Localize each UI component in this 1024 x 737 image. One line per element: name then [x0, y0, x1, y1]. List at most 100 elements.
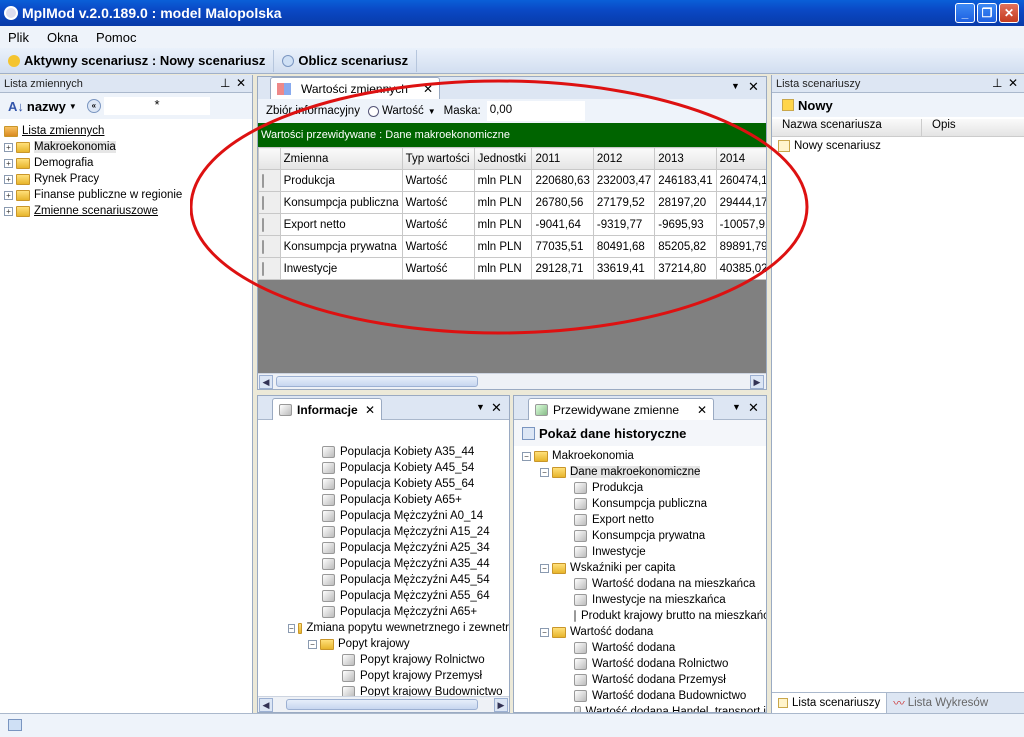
- row-header[interactable]: [258, 169, 281, 192]
- list-item[interactable]: Konsumpcja prywatna: [514, 528, 766, 544]
- table-cell[interactable]: mln PLN: [473, 257, 533, 280]
- table-cell[interactable]: 33619,41: [592, 257, 656, 280]
- scroll-left-arrow[interactable]: ◀: [259, 698, 273, 712]
- list-item[interactable]: Wartość dodana Przemysł: [514, 672, 766, 688]
- compute-scenario-button[interactable]: Oblicz scenariusz: [274, 49, 418, 72]
- scroll-left-arrow[interactable]: ◀: [259, 375, 273, 389]
- table-cell[interactable]: Inwestycje: [279, 257, 403, 280]
- table-cell[interactable]: 260474,12: [715, 169, 766, 192]
- table-cell[interactable]: mln PLN: [473, 169, 533, 192]
- col-desc[interactable]: Opis: [922, 119, 956, 136]
- table-cell[interactable]: Wartość: [401, 235, 475, 258]
- tab-predicted[interactable]: Przewidywane zmienne ✕: [528, 398, 714, 420]
- tab-scenarios[interactable]: Lista scenariuszy: [772, 693, 888, 713]
- list-item[interactable]: Populacja Kobiety A55_64: [258, 476, 509, 492]
- tree-root[interactable]: Lista zmiennych: [4, 123, 252, 139]
- table-cell[interactable]: Konsumpcja publiczna: [279, 191, 403, 214]
- list-item[interactable]: Populacja Kobiety A35_44: [258, 444, 509, 460]
- collapse-icon[interactable]: −: [540, 627, 549, 637]
- tree-item-finanse[interactable]: + Finanse publiczne w regionie: [4, 187, 252, 203]
- table-cell[interactable]: 232003,47: [592, 169, 656, 192]
- tree-item-makroekonomia[interactable]: + Makroekonomia: [4, 139, 252, 155]
- list-item[interactable]: Wartość dodana Budownictwo: [514, 688, 766, 704]
- tree-group[interactable]: − Makroekonomia: [514, 448, 766, 464]
- table-row[interactable]: Inwestycje Wartość mln PLN 29128,71 33619,41…: [258, 257, 766, 280]
- table-cell[interactable]: 77035,51: [531, 235, 594, 258]
- table-cell[interactable]: Wartość: [401, 169, 475, 192]
- table-cell[interactable]: Produkcja: [279, 169, 403, 192]
- close-icon[interactable]: ✕: [748, 79, 759, 95]
- column-header[interactable]: Typ wartości: [401, 147, 475, 170]
- row-header[interactable]: [258, 257, 281, 280]
- tab-charts[interactable]: 〰 Lista Wykresów: [887, 693, 994, 713]
- menu-pomoc[interactable]: Pomoc: [96, 30, 136, 45]
- row-header[interactable]: [258, 191, 281, 214]
- close-icon[interactable]: ✕: [491, 400, 502, 416]
- maximize-button[interactable]: ❐: [977, 3, 997, 23]
- table-cell[interactable]: 89891,79: [715, 235, 766, 258]
- chevron-down-icon[interactable]: ▼: [731, 81, 740, 91]
- table-row[interactable]: Produkcja Wartość mln PLN 220680,63 232003,4…: [258, 169, 766, 192]
- column-header[interactable]: Jednostki: [473, 147, 533, 170]
- list-item[interactable]: Popyt krajowy Przemysł: [258, 668, 509, 684]
- close-icon[interactable]: ✕: [748, 400, 759, 416]
- tree-group[interactable]: − Wartość dodana: [514, 624, 766, 640]
- collapse-icon[interactable]: −: [308, 639, 317, 649]
- list-item[interactable]: Popyt krajowy Rolnictwo: [258, 652, 509, 668]
- expand-icon[interactable]: +: [4, 142, 13, 152]
- list-item[interactable]: Produkt krajowy brutto na mieszkańca: [514, 608, 766, 624]
- menu-okna[interactable]: Okna: [47, 30, 78, 45]
- chevron-down-icon[interactable]: ▼: [428, 107, 436, 116]
- list-item[interactable]: Wartość dodana Handel, transport i: [514, 704, 766, 712]
- table-cell[interactable]: -9695,93: [654, 213, 717, 236]
- scenario-row[interactable]: Nowy scenariusz: [772, 137, 1024, 155]
- scroll-thumb[interactable]: [276, 376, 478, 387]
- show-history-button[interactable]: Pokaż dane historyczne: [514, 420, 766, 446]
- close-icon[interactable]: ✕: [1008, 76, 1018, 90]
- table-cell[interactable]: 40385,02: [715, 257, 766, 280]
- table-cell[interactable]: -9319,77: [592, 213, 656, 236]
- info-scrollbar[interactable]: ◀ ▶: [258, 696, 509, 712]
- collapse-icon[interactable]: −: [522, 451, 531, 461]
- scroll-thumb[interactable]: [286, 699, 478, 710]
- close-icon[interactable]: ✕: [423, 82, 433, 96]
- table-cell[interactable]: Konsumpcja prywatna: [279, 235, 403, 258]
- list-item[interactable]: Populacja Kobiety A45_54: [258, 460, 509, 476]
- table-cell[interactable]: Wartość: [401, 191, 475, 214]
- menu-plik[interactable]: Plik: [8, 30, 29, 45]
- column-header[interactable]: 2012: [592, 147, 656, 170]
- table-cell[interactable]: -10057,91: [715, 213, 766, 236]
- table-cell[interactable]: Wartość: [401, 213, 475, 236]
- tree-item-demografia[interactable]: + Demografia: [4, 155, 252, 171]
- list-item[interactable]: Inwestycje na mieszkańca: [514, 592, 766, 608]
- info-set-option[interactable]: Zbiór informacyjny: [266, 105, 360, 117]
- tree-group[interactable]: − Wskaźniki per capita: [514, 560, 766, 576]
- table-cell[interactable]: -9041,64: [531, 213, 594, 236]
- list-item[interactable]: Export netto: [514, 512, 766, 528]
- table-cell[interactable]: 29444,17: [715, 191, 766, 214]
- tree-group[interactable]: − Dane makroekonomiczne: [514, 464, 766, 480]
- close-icon[interactable]: ✕: [365, 403, 375, 417]
- table-cell[interactable]: 26780,56: [531, 191, 594, 214]
- close-icon[interactable]: ✕: [697, 403, 707, 417]
- table-cell[interactable]: 29128,71: [531, 257, 594, 280]
- tab-info[interactable]: Informacje ✕: [272, 398, 382, 420]
- value-dropdown[interactable]: Wartość: [382, 105, 424, 117]
- chevron-down-icon[interactable]: ▼: [476, 402, 485, 412]
- table-cell[interactable]: Export netto: [279, 213, 403, 236]
- table-cell[interactable]: mln PLN: [473, 235, 533, 258]
- tree-group[interactable]: − Zmiana popytu wewnetrznego i zewnetr: [258, 620, 509, 636]
- table-cell[interactable]: mln PLN: [473, 191, 533, 214]
- list-item[interactable]: Produkcja: [514, 480, 766, 496]
- mask-input[interactable]: 0,00: [486, 101, 585, 121]
- list-item[interactable]: Wartość dodana na mieszkańca: [514, 576, 766, 592]
- list-item[interactable]: Populacja Mężczyźni A15_24: [258, 524, 509, 540]
- table-cell[interactable]: 37214,80: [654, 257, 717, 280]
- tab-values[interactable]: Wartości zmiennych ✕: [270, 77, 440, 99]
- chevron-down-icon[interactable]: ▼: [69, 102, 77, 111]
- list-item[interactable]: Populacja Mężczyźni A0_14: [258, 508, 509, 524]
- pin-icon[interactable]: ⊥: [220, 76, 230, 90]
- list-item[interactable]: Populacja Mężczyźni A55_64: [258, 588, 509, 604]
- table-cell[interactable]: 80491,68: [592, 235, 656, 258]
- list-item[interactable]: Wartość dodana: [514, 640, 766, 656]
